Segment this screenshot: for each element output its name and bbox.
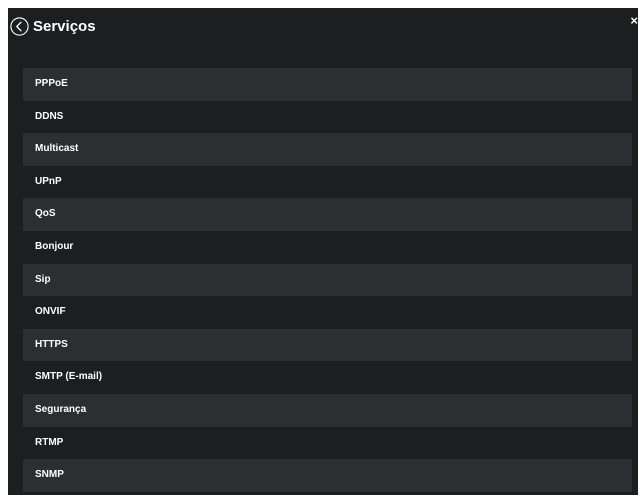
menu-item-label: QoS — [35, 208, 56, 220]
menu-item-label: Segurança — [35, 403, 87, 415]
menu-item-label: ONVIF — [35, 306, 66, 318]
menu-item-label: HTTPS — [35, 338, 68, 350]
menu-item-bonjour[interactable]: Bonjour — [23, 230, 632, 264]
services-menu: PPPoE DDNS Multicast UPnP QoS Bonjour Si… — [23, 68, 632, 492]
panel-header: Serviços × — [8, 8, 638, 46]
menu-item-label: RTMP — [35, 436, 64, 448]
menu-item-rtmp[interactable]: RTMP — [23, 426, 632, 460]
close-icon: × — [630, 13, 638, 28]
menu-item-onvif[interactable]: ONVIF — [23, 296, 632, 329]
menu-item-label: Multicast — [35, 143, 79, 155]
menu-item-https[interactable]: HTTPS — [23, 328, 632, 362]
menu-item-sip[interactable]: Sip — [23, 263, 632, 297]
menu-item-label: DDNS — [35, 110, 64, 122]
menu-item-label: Bonjour — [35, 240, 74, 252]
back-button[interactable] — [10, 17, 29, 36]
menu-item-qos[interactable]: QoS — [23, 198, 632, 231]
services-panel: Serviços × PPPoE DDNS Multicast UPnP QoS… — [8, 8, 638, 495]
menu-item-smtp[interactable]: SMTP (E-mail) — [23, 361, 632, 394]
menu-item-label: Sip — [35, 273, 51, 285]
menu-item-label: SMTP (E-mail) — [35, 371, 103, 383]
menu-item-ddns[interactable]: DDNS — [23, 100, 632, 134]
menu-item-label: PPPoE — [35, 78, 68, 89]
menu-item-label: UPnP — [35, 175, 62, 187]
chevron-left-circle-icon — [10, 17, 29, 36]
menu-item-multicast[interactable]: Multicast — [23, 133, 632, 166]
page-title: Serviços — [33, 18, 96, 35]
menu-item-snmp[interactable]: SNMP — [23, 459, 632, 492]
menu-item-label: SNMP — [35, 469, 64, 481]
menu-item-pppoe[interactable]: PPPoE — [23, 68, 632, 101]
menu-item-seguranca[interactable]: Segurança — [23, 393, 632, 427]
menu-item-upnp[interactable]: UPnP — [23, 165, 632, 199]
close-button[interactable]: × — [628, 13, 638, 29]
